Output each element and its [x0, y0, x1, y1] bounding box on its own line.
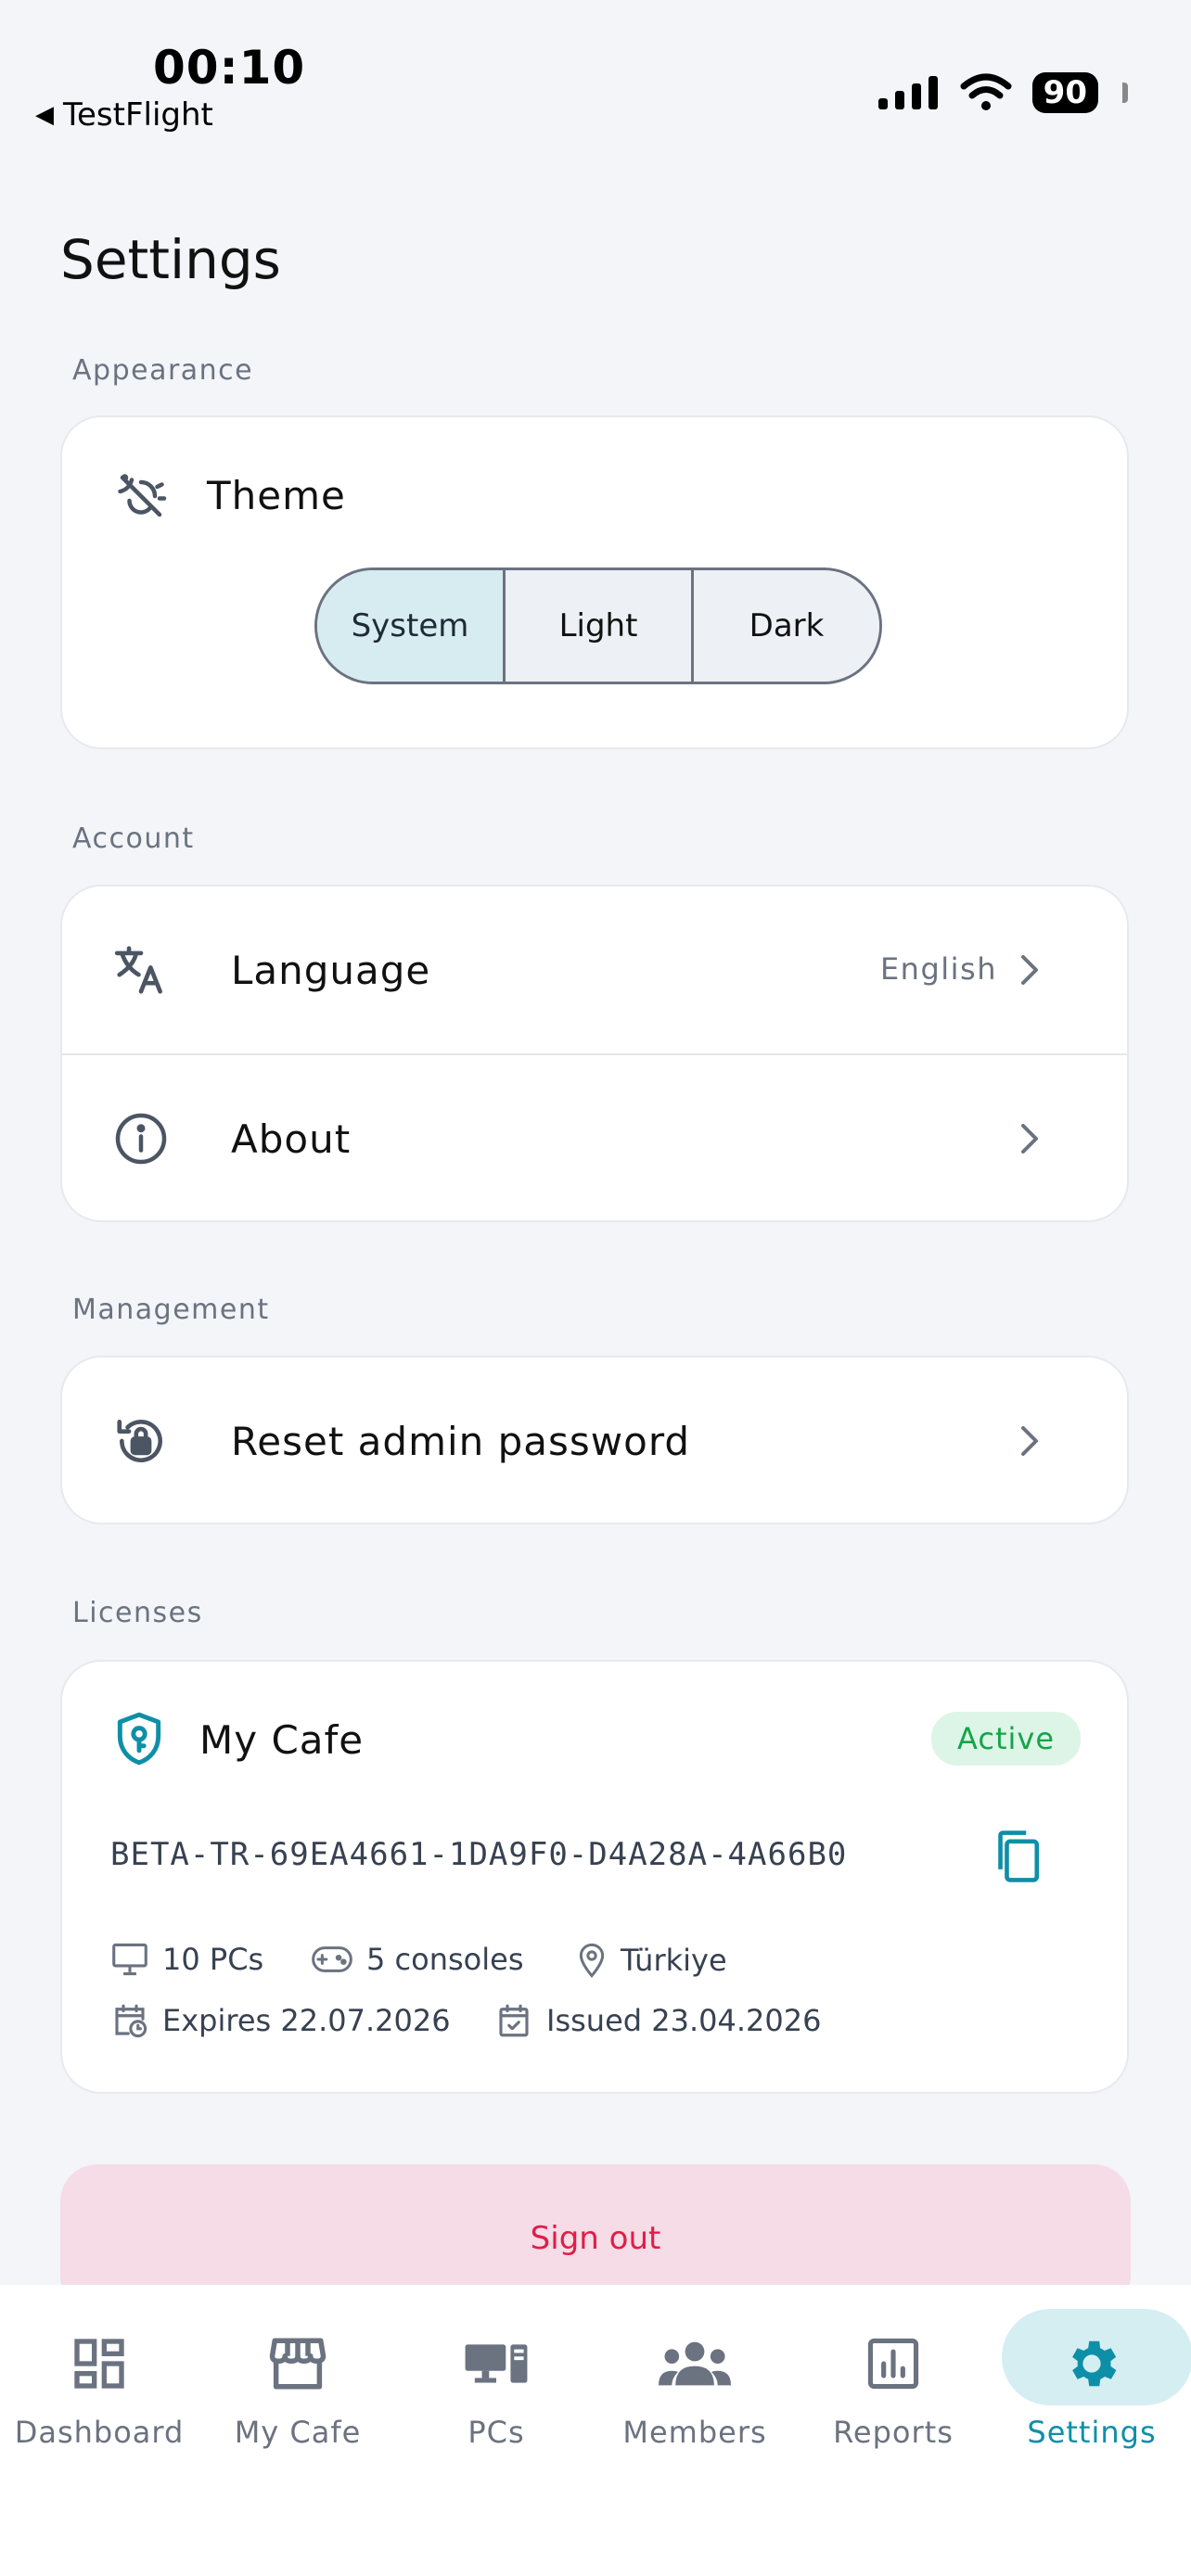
- battery-indicator: 90: [1031, 72, 1098, 113]
- consoles-count: 5 consoles: [366, 1942, 524, 1977]
- wifi-icon: [960, 73, 1012, 110]
- chevron-right-icon: [1021, 1124, 1038, 1154]
- account-card: Language English About: [60, 885, 1129, 1222]
- sign-out-label: Sign out: [530, 2220, 661, 2257]
- tab-dashboard-label: Dashboard: [14, 2415, 185, 2450]
- tab-settings[interactable]: Settings: [992, 2285, 1191, 2470]
- language-value: English: [879, 951, 997, 987]
- calendar-clock-icon: [115, 2004, 147, 2038]
- theme-option-light[interactable]: Light: [503, 570, 691, 682]
- page-title: Settings: [60, 228, 281, 291]
- license-issued: Issued 23.04.2026: [494, 2001, 821, 2040]
- tab-pcs[interactable]: PCs: [397, 2285, 596, 2470]
- store-icon: [261, 2327, 335, 2401]
- language-label: Language: [231, 948, 431, 993]
- tab-dashboard[interactable]: Dashboard: [0, 2285, 198, 2470]
- tab-members[interactable]: Members: [596, 2285, 794, 2470]
- license-expires: Expires 22.07.2026: [110, 2001, 451, 2040]
- section-label-appearance: Appearance: [72, 354, 254, 387]
- tab-my-cafe-label: My Cafe: [234, 2415, 362, 2450]
- about-label: About: [231, 1116, 352, 1162]
- status-time: 00:10: [153, 41, 306, 95]
- chevron-right-icon: [1021, 1426, 1038, 1456]
- license-consoles: 5 consoles: [311, 1942, 523, 1977]
- expires-value: Expires 22.07.2026: [162, 2003, 451, 2038]
- section-label-licenses: Licenses: [72, 1597, 203, 1629]
- license-country: Türkiye: [576, 1942, 727, 1979]
- status-badge: Active: [931, 1712, 1081, 1766]
- monitor-icon: [112, 1943, 147, 1976]
- management-card: Reset admin password: [60, 1356, 1129, 1524]
- license-card: My Cafe Active BETA-TR-69EA4661-1DA9F0-D…: [60, 1660, 1129, 2094]
- lock-reset-icon: [110, 1410, 172, 1472]
- info-icon: [110, 1108, 172, 1169]
- battery-level: 90: [1043, 74, 1087, 111]
- copy-icon[interactable]: [992, 1829, 1044, 1884]
- gear-icon: [1055, 2327, 1129, 2401]
- shield-key-icon: [109, 1708, 170, 1769]
- cellular-signal-icon: [877, 76, 938, 109]
- tab-members-label: Members: [622, 2415, 767, 2450]
- chevron-right-icon: [1021, 955, 1038, 985]
- dashboard-icon: [62, 2327, 136, 2401]
- theme-option-system[interactable]: System: [317, 570, 503, 682]
- tab-my-cafe[interactable]: My Cafe: [198, 2285, 397, 2470]
- bar-chart-icon: [856, 2327, 930, 2401]
- language-row[interactable]: Language English: [62, 886, 1127, 1053]
- theme-segmented-control: System Light Dark: [314, 567, 882, 684]
- tab-reports[interactable]: Reports: [794, 2285, 992, 2470]
- location-pin-icon: [579, 1943, 605, 1978]
- tab-pcs-label: PCs: [467, 2415, 525, 2450]
- section-label-management: Management: [72, 1294, 270, 1326]
- pcs-count: 10 PCs: [162, 1942, 264, 1977]
- theme-icon: [110, 465, 172, 527]
- license-key: BETA-TR-69EA4661-1DA9F0-D4A28A-4A66B0: [110, 1836, 848, 1873]
- status-icons: 90: [877, 72, 1128, 113]
- back-to-app[interactable]: ◀ TestFlight: [35, 96, 213, 134]
- license-pcs: 10 PCs: [110, 1942, 263, 1977]
- theme-option-dark[interactable]: Dark: [691, 570, 879, 682]
- tab-settings-label: Settings: [1027, 2415, 1157, 2450]
- issued-value: Issued 23.04.2026: [546, 2003, 822, 2038]
- members-icon: [658, 2327, 732, 2401]
- reset-password-row[interactable]: Reset admin password: [62, 1358, 1127, 1524]
- bottom-tab-bar: Dashboard My Cafe PCs Members Reports Se…: [0, 2285, 1191, 2576]
- gamepad-icon: [312, 1946, 352, 1972]
- computer-icon: [459, 2327, 533, 2401]
- battery-tip: [1122, 83, 1128, 103]
- translate-icon: [110, 939, 172, 1001]
- section-label-account: Account: [72, 823, 195, 855]
- about-row[interactable]: About: [62, 1055, 1127, 1222]
- tab-reports-label: Reports: [833, 2415, 954, 2450]
- back-app-label: TestFlight: [63, 96, 213, 134]
- calendar-check-icon: [499, 2004, 529, 2037]
- back-arrow-icon: ◀: [35, 101, 54, 129]
- license-name: My Cafe: [199, 1717, 365, 1763]
- reset-password-label: Reset admin password: [231, 1419, 691, 1464]
- country-value: Türkiye: [621, 1943, 727, 1978]
- theme-label: Theme: [207, 473, 346, 518]
- appearance-card: Theme System Light Dark: [60, 415, 1129, 749]
